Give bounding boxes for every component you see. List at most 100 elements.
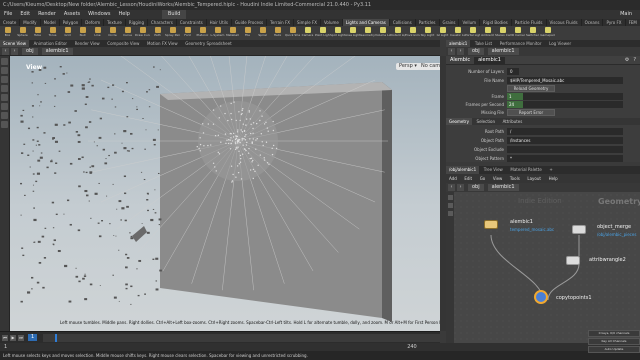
forward-icon[interactable]: › bbox=[457, 48, 464, 55]
net-menu-layout[interactable]: Layout bbox=[524, 174, 544, 183]
jump-start-icon[interactable]: ⏮ bbox=[2, 334, 8, 341]
net-menu-edit[interactable]: Edit bbox=[461, 174, 475, 183]
shelf-tool[interactable]: L-System bbox=[210, 26, 225, 40]
current-frame[interactable]: 1 bbox=[28, 334, 38, 341]
shelf-tool[interactable]: Ambient bbox=[480, 26, 495, 40]
shelf-tab[interactable]: Model bbox=[41, 19, 60, 26]
shelf-tool[interactable]: Area Light bbox=[345, 26, 360, 40]
network-editor[interactable] bbox=[446, 192, 640, 343]
tab-animation-editor[interactable]: Animation Editor bbox=[31, 40, 71, 47]
path-context-obj[interactable]: obj bbox=[22, 47, 38, 55]
shelf-tool[interactable]: Line bbox=[90, 26, 105, 40]
perspective-menu[interactable]: Persp ▾ bbox=[396, 63, 420, 70]
shelf-tool[interactable]: Portal Light bbox=[465, 26, 480, 40]
timeline-track[interactable] bbox=[43, 333, 440, 342]
shelf-tool[interactable]: Font bbox=[180, 26, 195, 40]
net-path-obj[interactable]: obj bbox=[468, 184, 484, 191]
net-menu-go[interactable]: Go bbox=[477, 174, 489, 183]
shelf-tab[interactable]: Terrain FX bbox=[267, 19, 295, 26]
shelf-tab[interactable]: Hair Utils bbox=[207, 19, 232, 26]
shelf-tab[interactable]: Lights and Cameras bbox=[342, 19, 390, 26]
net-menu-help[interactable]: Help bbox=[546, 174, 561, 183]
shelf-tab[interactable]: Pyro FX bbox=[603, 19, 626, 26]
network-select-icon[interactable] bbox=[447, 195, 453, 200]
menu-assets[interactable]: Assets bbox=[60, 10, 84, 19]
shelf-tab[interactable]: Polygon bbox=[60, 19, 83, 26]
tab-selection[interactable]: Selection bbox=[474, 118, 498, 125]
shelf-tool[interactable]: Sky Light bbox=[420, 26, 435, 40]
shelf-tab[interactable]: Texture bbox=[104, 19, 126, 26]
range-start[interactable]: 1 bbox=[4, 344, 7, 350]
shelf-tool[interactable]: Geometry Light bbox=[360, 26, 375, 40]
shelf-tool[interactable]: Environment bbox=[405, 26, 420, 40]
shelf-tab[interactable]: Create bbox=[0, 19, 21, 26]
shelf-tool[interactable]: Helix bbox=[270, 26, 285, 40]
add-tab-button[interactable]: + bbox=[546, 166, 555, 174]
tab-geometry-spreadsheet[interactable]: Geometry Spreadsheet bbox=[182, 40, 234, 47]
missing-file-menu[interactable]: Report Error bbox=[507, 109, 555, 116]
shelf-tab[interactable]: Grains bbox=[440, 19, 460, 26]
shelf-tool[interactable]: Distant Light bbox=[390, 26, 405, 40]
desktop-build-selector[interactable]: Build bbox=[161, 10, 187, 19]
node-name-field[interactable]: alembic1 bbox=[474, 56, 505, 64]
shelf-tool[interactable]: Torus bbox=[45, 26, 60, 40]
scene-viewport[interactable] bbox=[10, 56, 440, 331]
object-merge-node[interactable] bbox=[572, 225, 586, 234]
menu-file[interactable]: File bbox=[0, 10, 16, 19]
shelf-tab[interactable]: Rigid Bodies bbox=[480, 19, 512, 26]
shelf-tab[interactable]: Characters bbox=[148, 19, 177, 26]
alembic-node-name[interactable]: alembic1 bbox=[510, 219, 533, 225]
shelf-tool[interactable]: VR Camera bbox=[510, 26, 525, 40]
snap-tool-icon[interactable] bbox=[1, 121, 8, 128]
play-icon[interactable]: ▶ bbox=[10, 334, 16, 341]
object-exclude-field[interactable] bbox=[507, 146, 623, 153]
frame-value[interactable]: 1 bbox=[507, 93, 523, 100]
shelf-tool[interactable]: Volume Light bbox=[375, 26, 390, 40]
fps-value[interactable]: 24 bbox=[507, 101, 523, 108]
copytopoints-node[interactable] bbox=[534, 290, 548, 304]
shelf-tab[interactable]: Viscous Fluids bbox=[547, 19, 582, 26]
view-tool-icon[interactable] bbox=[1, 112, 8, 119]
shelf-tool[interactable]: Gamepad bbox=[540, 26, 555, 40]
menu-render[interactable]: Render bbox=[34, 10, 60, 19]
tab-scene-view[interactable]: Scene View bbox=[0, 40, 29, 47]
forward-icon[interactable]: › bbox=[11, 47, 18, 55]
desktop-main-selector[interactable]: Main bbox=[620, 10, 640, 19]
scale-tool-icon[interactable] bbox=[1, 85, 8, 92]
tab-attributes[interactable]: Attributes bbox=[500, 118, 526, 125]
shelf-tool[interactable]: Metaball bbox=[225, 26, 240, 40]
shelf-tool[interactable]: Switcher bbox=[525, 26, 540, 40]
shelf-tool[interactable]: Platonic bbox=[195, 26, 210, 40]
shelf-tool[interactable]: Camera bbox=[300, 26, 315, 40]
param-path-obj[interactable]: obj bbox=[468, 48, 484, 55]
tab-geometry[interactable]: Geometry bbox=[446, 118, 472, 125]
shelf-tool[interactable]: File bbox=[240, 26, 255, 40]
frame-slider[interactable]: 1 bbox=[507, 93, 623, 100]
root-path-field[interactable]: / bbox=[507, 128, 623, 135]
fps-slider[interactable]: 24 bbox=[507, 101, 623, 108]
tab-render-view[interactable]: Render View bbox=[72, 40, 103, 47]
shelf-tab[interactable]: Particles bbox=[416, 19, 440, 26]
back-icon[interactable]: ‹ bbox=[448, 184, 455, 191]
reload-geometry-button[interactable]: Reload Geometry bbox=[507, 85, 555, 92]
shelf-tab[interactable]: Modify bbox=[20, 19, 41, 26]
shelf-tab[interactable]: Rigging bbox=[126, 19, 148, 26]
range-end[interactable]: 240 bbox=[407, 344, 417, 350]
move-tool-icon[interactable] bbox=[1, 67, 8, 74]
shelf-tab[interactable]: Deform bbox=[82, 19, 105, 26]
tab-network[interactable]: /obj/alembic1 bbox=[446, 166, 480, 174]
pose-tool-icon[interactable] bbox=[1, 103, 8, 110]
copytopoints-node-name[interactable]: copytopoints1 bbox=[556, 295, 592, 301]
param-path-node[interactable]: alembic1 bbox=[487, 48, 519, 55]
tab-tree-view[interactable]: Tree View bbox=[481, 166, 506, 174]
net-menu-tools[interactable]: Tools bbox=[507, 174, 523, 183]
shelf-tool[interactable]: Stereo Cam bbox=[495, 26, 510, 40]
shelf-tool[interactable]: Spray Paint bbox=[165, 26, 180, 40]
shelf-tool[interactable]: Grid bbox=[60, 26, 75, 40]
rotate-tool-icon[interactable] bbox=[1, 76, 8, 83]
path-node-alembic[interactable]: alembic1 bbox=[41, 47, 73, 55]
jump-end-icon[interactable]: ⏭ bbox=[18, 334, 24, 341]
shelf-tool[interactable]: Null bbox=[75, 26, 90, 40]
tab-log-viewer[interactable]: Log Viewer bbox=[546, 40, 574, 47]
shelf-tab[interactable]: Oceans bbox=[582, 19, 604, 26]
